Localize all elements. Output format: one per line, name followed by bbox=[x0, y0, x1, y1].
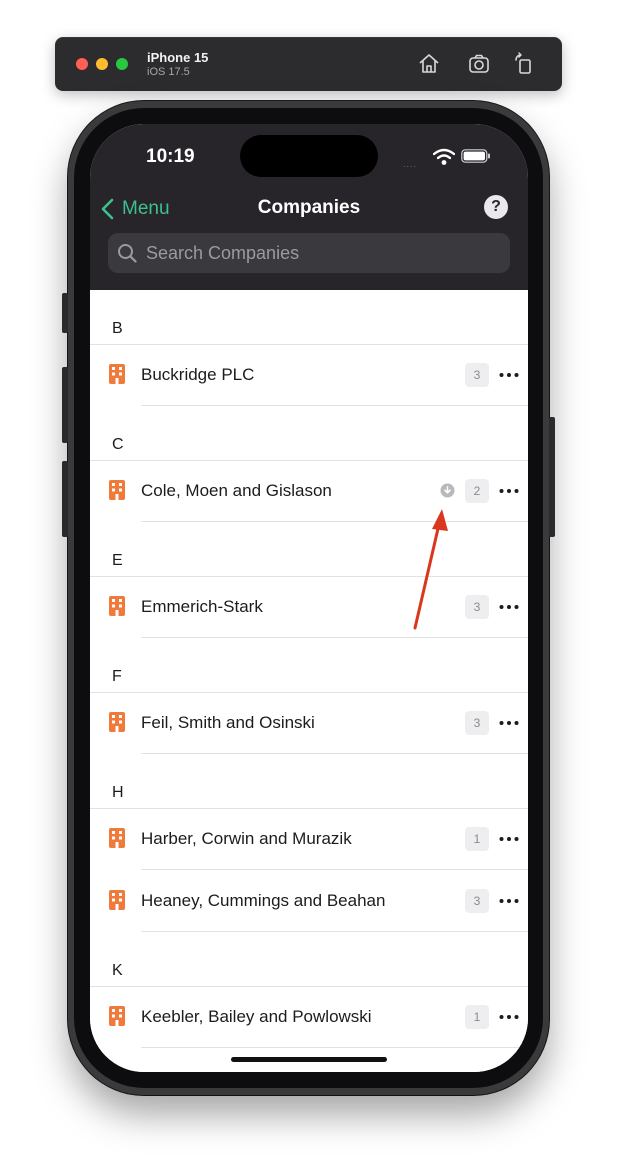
wifi-icon bbox=[433, 148, 455, 165]
count-badge: 3 bbox=[465, 889, 489, 913]
more-button[interactable] bbox=[498, 827, 520, 851]
company-name: Emmerich-Stark bbox=[141, 597, 263, 616]
section-header-k: K bbox=[90, 932, 528, 987]
building-icon bbox=[109, 890, 125, 910]
company-row[interactable]: Buckridge PLC 3 bbox=[90, 344, 528, 406]
company-row[interactable]: Cole, Moen and Gislason 2 bbox=[90, 460, 528, 522]
more-button[interactable] bbox=[498, 1005, 520, 1029]
section-header-e: E bbox=[90, 522, 528, 577]
count-badge: 3 bbox=[465, 711, 489, 735]
ellipsis-icon bbox=[499, 605, 519, 609]
section-letter: F bbox=[112, 668, 122, 685]
more-button[interactable] bbox=[498, 711, 520, 735]
building-icon bbox=[109, 1006, 125, 1026]
action-button bbox=[62, 293, 68, 333]
section-header-b: B bbox=[90, 290, 528, 345]
section-letter: K bbox=[112, 962, 123, 979]
close-window-button[interactable] bbox=[76, 58, 88, 70]
count-badge: 3 bbox=[465, 363, 489, 387]
dynamic-island bbox=[240, 135, 378, 177]
minimize-window-button[interactable] bbox=[96, 58, 108, 70]
home-icon[interactable] bbox=[416, 51, 442, 77]
count-badge: 1 bbox=[465, 1005, 489, 1029]
volume-down-button bbox=[62, 461, 68, 537]
company-name: Feil, Smith and Osinski bbox=[141, 713, 315, 732]
navigation-bar: 10:19 .... Menu Companies ? bbox=[90, 124, 528, 290]
company-name: Cole, Moen and Gislason bbox=[141, 481, 332, 500]
phone-screen: 10:19 .... Menu Companies ? Search Compa… bbox=[90, 124, 528, 1072]
company-row[interactable]: Harber, Corwin and Murazik 1 bbox=[90, 808, 528, 870]
section-header-c: C bbox=[90, 406, 528, 461]
section-letter: H bbox=[112, 784, 124, 801]
device-name: iPhone 15 bbox=[147, 50, 209, 65]
search-input[interactable] bbox=[144, 241, 508, 265]
company-row[interactable]: Heaney, Cummings and Beahan 3 bbox=[90, 870, 528, 932]
rotate-icon[interactable] bbox=[511, 51, 537, 77]
building-icon bbox=[109, 596, 125, 616]
row-separator bbox=[141, 1047, 528, 1048]
volume-up-button bbox=[62, 367, 68, 443]
more-button[interactable] bbox=[498, 889, 520, 913]
os-version: iOS 17.5 bbox=[147, 66, 190, 78]
company-row[interactable]: Emmerich-Stark 3 bbox=[90, 576, 528, 638]
section-header-f: F bbox=[90, 638, 528, 693]
company-name: Heaney, Cummings and Beahan bbox=[141, 891, 386, 910]
help-button[interactable]: ? bbox=[484, 195, 508, 219]
screenshot-icon[interactable] bbox=[466, 51, 492, 77]
power-button bbox=[549, 417, 555, 537]
page-title: Companies bbox=[257, 197, 361, 218]
status-time: 10:19 bbox=[146, 146, 195, 167]
ellipsis-icon bbox=[499, 373, 519, 377]
company-list[interactable]: B Buckridge PLC 3 C Cole, Moen and Gisla… bbox=[90, 290, 528, 1072]
home-indicator[interactable] bbox=[231, 1057, 387, 1062]
status-icons: .... bbox=[403, 146, 513, 169]
ellipsis-icon bbox=[499, 721, 519, 725]
download-icon bbox=[440, 483, 455, 498]
company-name: Buckridge PLC bbox=[141, 365, 255, 384]
simulator-toolbar: iPhone 15 iOS 17.5 bbox=[55, 37, 562, 91]
battery-icon bbox=[461, 149, 490, 163]
section-letter: B bbox=[112, 320, 123, 337]
section-header-h: H bbox=[90, 754, 528, 809]
building-icon bbox=[109, 828, 125, 848]
more-button[interactable] bbox=[498, 479, 520, 503]
building-icon bbox=[109, 712, 125, 732]
building-icon bbox=[109, 364, 125, 384]
company-name: Harber, Corwin and Murazik bbox=[141, 829, 352, 848]
search-bar[interactable] bbox=[108, 233, 510, 273]
more-button[interactable] bbox=[498, 363, 520, 387]
count-badge: 1 bbox=[465, 827, 489, 851]
ellipsis-icon bbox=[499, 837, 519, 841]
count-badge: 3 bbox=[465, 595, 489, 619]
zoom-window-button[interactable] bbox=[116, 58, 128, 70]
section-letter: E bbox=[112, 552, 123, 569]
signal-icon: .... bbox=[403, 159, 418, 169]
more-button[interactable] bbox=[498, 595, 520, 619]
ellipsis-icon bbox=[499, 899, 519, 903]
company-name: Keebler, Bailey and Powlowski bbox=[141, 1007, 372, 1026]
search-icon bbox=[118, 244, 137, 263]
company-row[interactable]: Feil, Smith and Osinski 3 bbox=[90, 692, 528, 754]
ellipsis-icon bbox=[499, 1015, 519, 1019]
company-row[interactable]: Keebler, Bailey and Powlowski 1 bbox=[90, 986, 528, 1048]
section-letter: C bbox=[112, 436, 124, 453]
count-badge: 2 bbox=[465, 479, 489, 503]
building-icon bbox=[109, 480, 125, 500]
ellipsis-icon bbox=[499, 489, 519, 493]
